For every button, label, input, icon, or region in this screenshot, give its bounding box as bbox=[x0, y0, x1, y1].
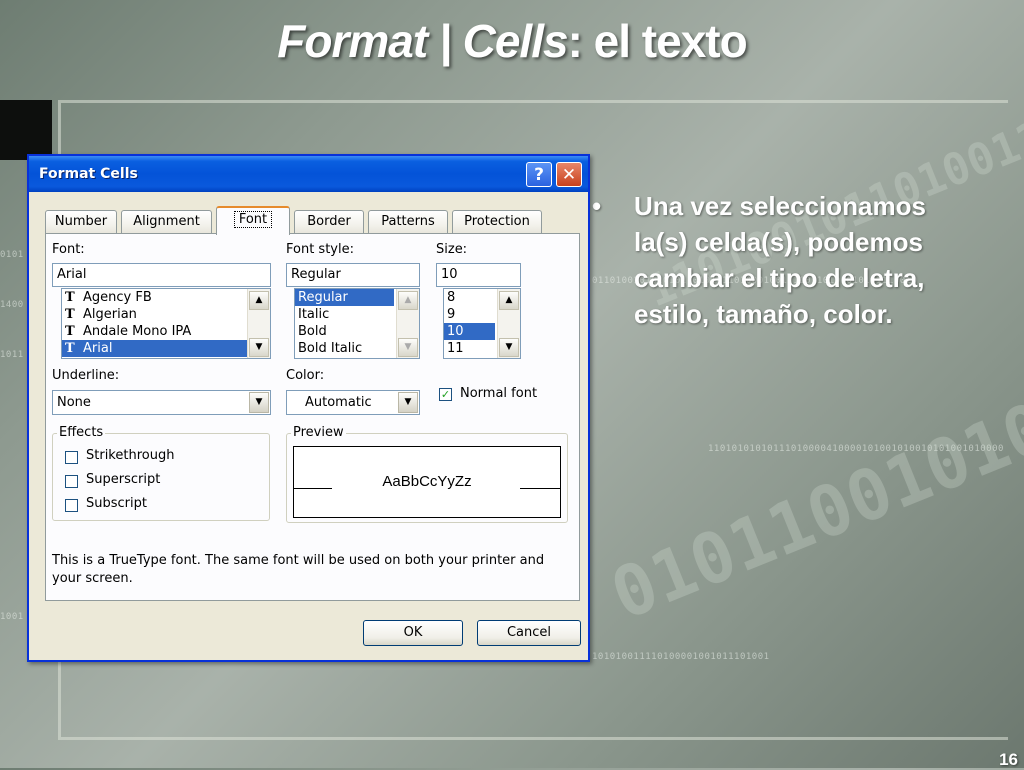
slide-title-italic: Format | Cells bbox=[277, 15, 568, 67]
tab-font-label: Font bbox=[233, 211, 273, 228]
background-binary-1: 0101 bbox=[0, 250, 24, 260]
subscript-checkbox[interactable] bbox=[65, 499, 78, 512]
ok-button[interactable]: OK bbox=[363, 620, 463, 646]
superscript-checkbox[interactable] bbox=[65, 475, 78, 488]
strikethrough-checkbox[interactable] bbox=[65, 451, 78, 464]
bullet-marker: • bbox=[592, 191, 602, 221]
chevron-down-icon[interactable]: ▼ bbox=[398, 392, 418, 413]
color-value: Automatic bbox=[305, 395, 372, 410]
font-list[interactable]: T Agency FB T Algerian T Andale Mono IPA TA… bbox=[61, 288, 271, 359]
font-style-label: Font style: bbox=[286, 242, 354, 257]
effects-group: Effects Strikethrough Superscript Subscr… bbox=[52, 425, 270, 521]
underline-label: Underline: bbox=[52, 368, 120, 383]
superscript-label: Superscript bbox=[86, 472, 161, 487]
dialog-titlebar[interactable]: Format Cells ? ✕ bbox=[29, 156, 588, 192]
normal-font-checkbox[interactable]: ✓ bbox=[439, 388, 452, 401]
background-binary-3: 1011 bbox=[0, 350, 24, 360]
tab-border[interactable]: Border bbox=[294, 210, 364, 234]
slide-title: Format | Cells: el texto bbox=[0, 14, 1024, 68]
font-name-input[interactable]: Arial bbox=[52, 263, 271, 287]
font-list-item[interactable]: T Andale Mono IPA bbox=[62, 323, 270, 340]
preview-label: Preview bbox=[291, 425, 346, 440]
truetype-info-text: This is a TrueType font. The same font w… bbox=[52, 553, 545, 586]
tab-alignment[interactable]: Alignment bbox=[121, 210, 212, 234]
font-list-item-selected[interactable]: T Arial bbox=[62, 340, 270, 357]
tab-protection[interactable]: Protection bbox=[452, 210, 542, 234]
chevron-down-icon[interactable]: ▼ bbox=[249, 392, 269, 413]
font-tab-panel: Font: Arial T Agency FB T Algerian T Andale… bbox=[45, 233, 580, 601]
subscript-label: Subscript bbox=[86, 496, 147, 511]
scroll-up-arrow-icon[interactable]: ▲ bbox=[249, 291, 269, 310]
font-list-item-label: Andale Mono IPA bbox=[83, 324, 192, 339]
bullet-text: Una vez seleccionamos la(s) celda(s), po… bbox=[634, 191, 926, 329]
size-list[interactable]: 8 9 10 11 ▲ ▼ bbox=[443, 288, 521, 359]
font-list-item[interactable]: T Algerian bbox=[62, 306, 270, 323]
preview-baseline-right bbox=[520, 488, 560, 489]
underline-value: None bbox=[57, 395, 91, 410]
size-item-selected[interactable]: 10 bbox=[444, 323, 495, 340]
font-style-scrollbar[interactable]: ▲ ▼ bbox=[396, 289, 419, 358]
strikethrough-label: Strikethrough bbox=[86, 448, 175, 463]
normal-font-label: Normal font bbox=[460, 386, 538, 401]
font-list-item-label: Arial bbox=[83, 341, 113, 356]
size-list-scrollbar[interactable]: ▲ ▼ bbox=[497, 289, 520, 358]
font-list-item-label: Algerian bbox=[83, 307, 137, 322]
background-binary-4: 1001 bbox=[0, 612, 24, 622]
font-style-list[interactable]: Regular Italic Bold Bold Italic ▲ ▼ bbox=[294, 288, 420, 359]
slide-title-plain: : el texto bbox=[567, 15, 748, 67]
size-input[interactable]: 10 bbox=[436, 263, 521, 287]
truetype-icon: T bbox=[65, 307, 75, 322]
font-style-input[interactable]: Regular bbox=[286, 263, 420, 287]
page-number: 16 bbox=[999, 750, 1018, 769]
scroll-down-arrow-icon[interactable]: ▼ bbox=[499, 338, 519, 357]
color-label: Color: bbox=[286, 368, 325, 383]
tab-font[interactable]: Font bbox=[216, 206, 290, 235]
tab-patterns[interactable]: Patterns bbox=[368, 210, 448, 234]
truetype-icon: T bbox=[65, 341, 75, 356]
help-button[interactable]: ? bbox=[526, 162, 552, 187]
effects-label: Effects bbox=[57, 425, 106, 440]
scroll-up-arrow-icon[interactable]: ▲ bbox=[398, 291, 418, 310]
scroll-up-arrow-icon[interactable]: ▲ bbox=[499, 291, 519, 310]
size-label: Size: bbox=[436, 242, 468, 257]
font-list-item-label: Agency FB bbox=[83, 290, 152, 305]
background-binary-7: 101010011110100001001011101001 bbox=[592, 652, 770, 662]
underline-dropdown[interactable]: None ▼ bbox=[52, 390, 271, 415]
tab-number[interactable]: Number bbox=[45, 210, 117, 234]
truetype-icon: T bbox=[65, 290, 75, 305]
scroll-down-arrow-icon[interactable]: ▼ bbox=[249, 338, 269, 357]
close-button[interactable]: ✕ bbox=[556, 162, 582, 187]
dialog-title: Format Cells bbox=[39, 166, 138, 182]
background-dark-block bbox=[0, 100, 52, 160]
scroll-down-arrow-icon[interactable]: ▼ bbox=[398, 338, 418, 357]
preview-box: AaBbCcYyZz bbox=[293, 446, 561, 518]
font-style-item-selected[interactable]: Regular bbox=[295, 289, 394, 306]
background-binary-2: 1400 bbox=[0, 300, 24, 310]
font-label: Font: bbox=[52, 242, 85, 257]
preview-group: Preview AaBbCcYyZz bbox=[286, 425, 568, 523]
font-list-scrollbar[interactable]: ▲ ▼ bbox=[247, 289, 270, 358]
cancel-button[interactable]: Cancel bbox=[477, 620, 581, 646]
format-cells-dialog: Format Cells ? ✕ Number Alignment Font B… bbox=[27, 154, 590, 662]
font-list-item[interactable]: T Agency FB bbox=[62, 289, 270, 306]
truetype-icon: T bbox=[65, 324, 75, 339]
color-dropdown[interactable]: Automatic ▼ bbox=[286, 390, 420, 415]
